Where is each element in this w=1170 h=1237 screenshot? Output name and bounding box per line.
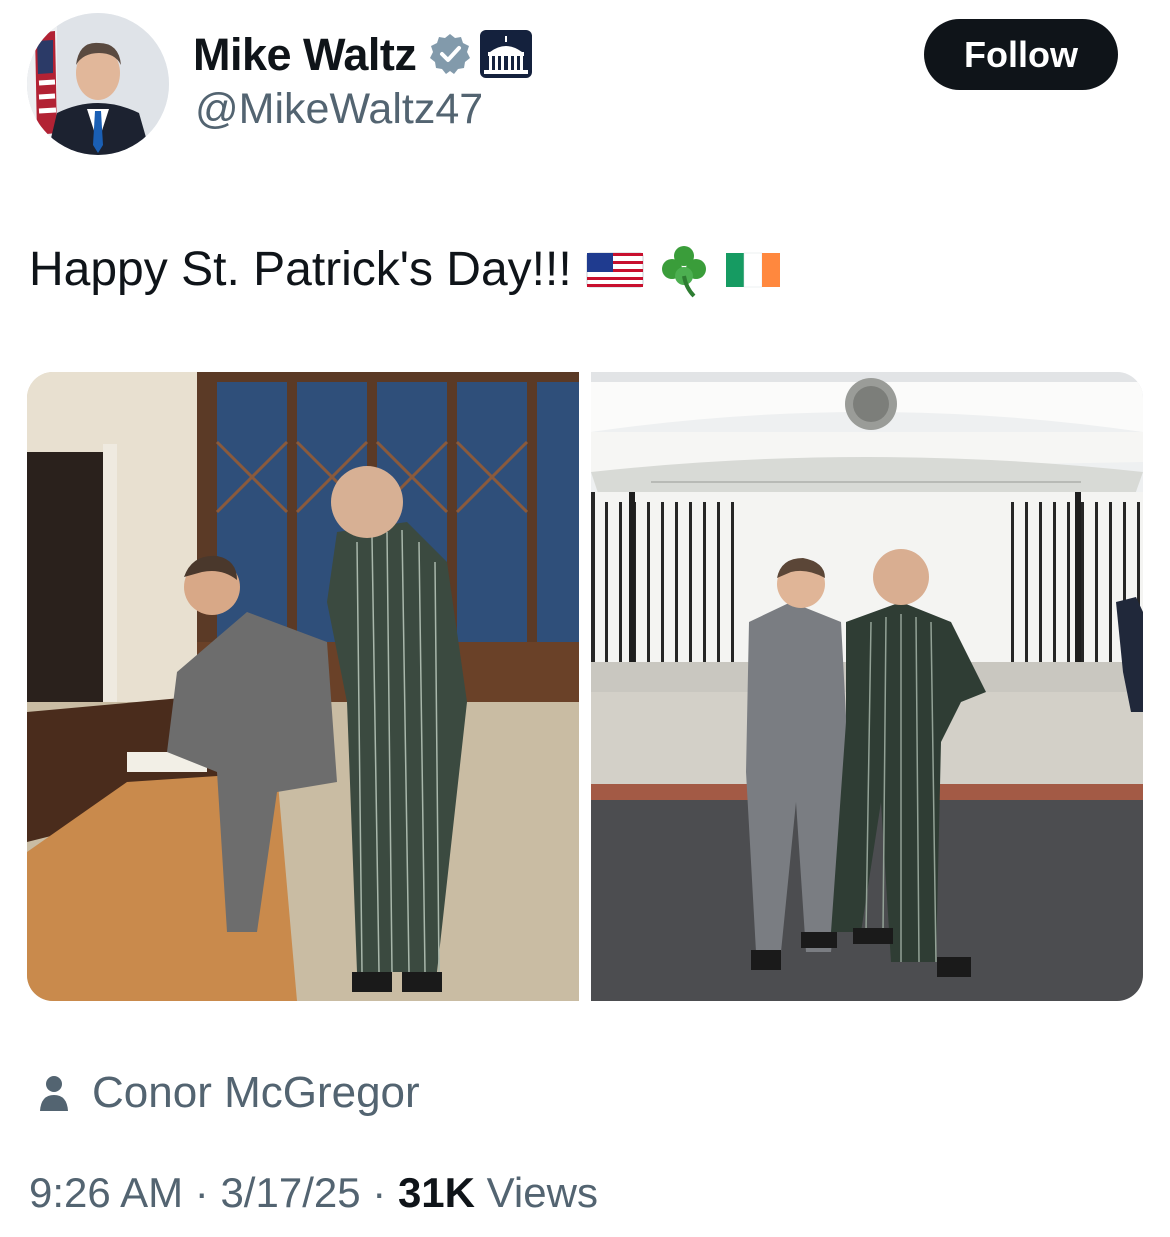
tweet-media-grid [27, 372, 1143, 1001]
white-house-icon[interactable] [480, 30, 533, 78]
profile-avatar[interactable] [27, 13, 169, 155]
author-name-row: Mike Waltz [193, 26, 533, 82]
photo-white-house-entrance[interactable] [591, 372, 1143, 1001]
person-icon [40, 1076, 68, 1111]
display-name[interactable]: Mike Waltz [193, 32, 417, 77]
shamrock-icon [658, 242, 710, 298]
tagged-person[interactable]: Conor McGregor [38, 1068, 420, 1118]
tagged-person-name[interactable]: Conor McGregor [92, 1068, 420, 1118]
views-label: Views [486, 1169, 598, 1216]
meta-separator: · [194, 1169, 209, 1216]
avatar-image [27, 13, 169, 155]
us-flag-icon [586, 250, 644, 290]
tweet-text-body: Happy St. Patrick's Day!!! [29, 243, 572, 296]
tweet-time[interactable]: 9:26 AM [29, 1169, 183, 1216]
tweet-text: Happy St. Patrick's Day!!! [29, 240, 782, 300]
tweet-meta: 9:26 AM · 3/17/25 · 31K Views [29, 1172, 598, 1214]
views-count: 31K [397, 1169, 475, 1216]
follow-button[interactable]: Follow [924, 19, 1118, 90]
verified-badge-icon[interactable] [428, 32, 472, 76]
meta-separator-2: · [372, 1169, 387, 1216]
tweet-date[interactable]: 3/17/25 [220, 1169, 360, 1216]
photo-office-signing[interactable] [27, 372, 579, 1001]
ireland-flag-icon [724, 250, 782, 290]
user-handle[interactable]: @MikeWaltz47 [195, 88, 483, 131]
